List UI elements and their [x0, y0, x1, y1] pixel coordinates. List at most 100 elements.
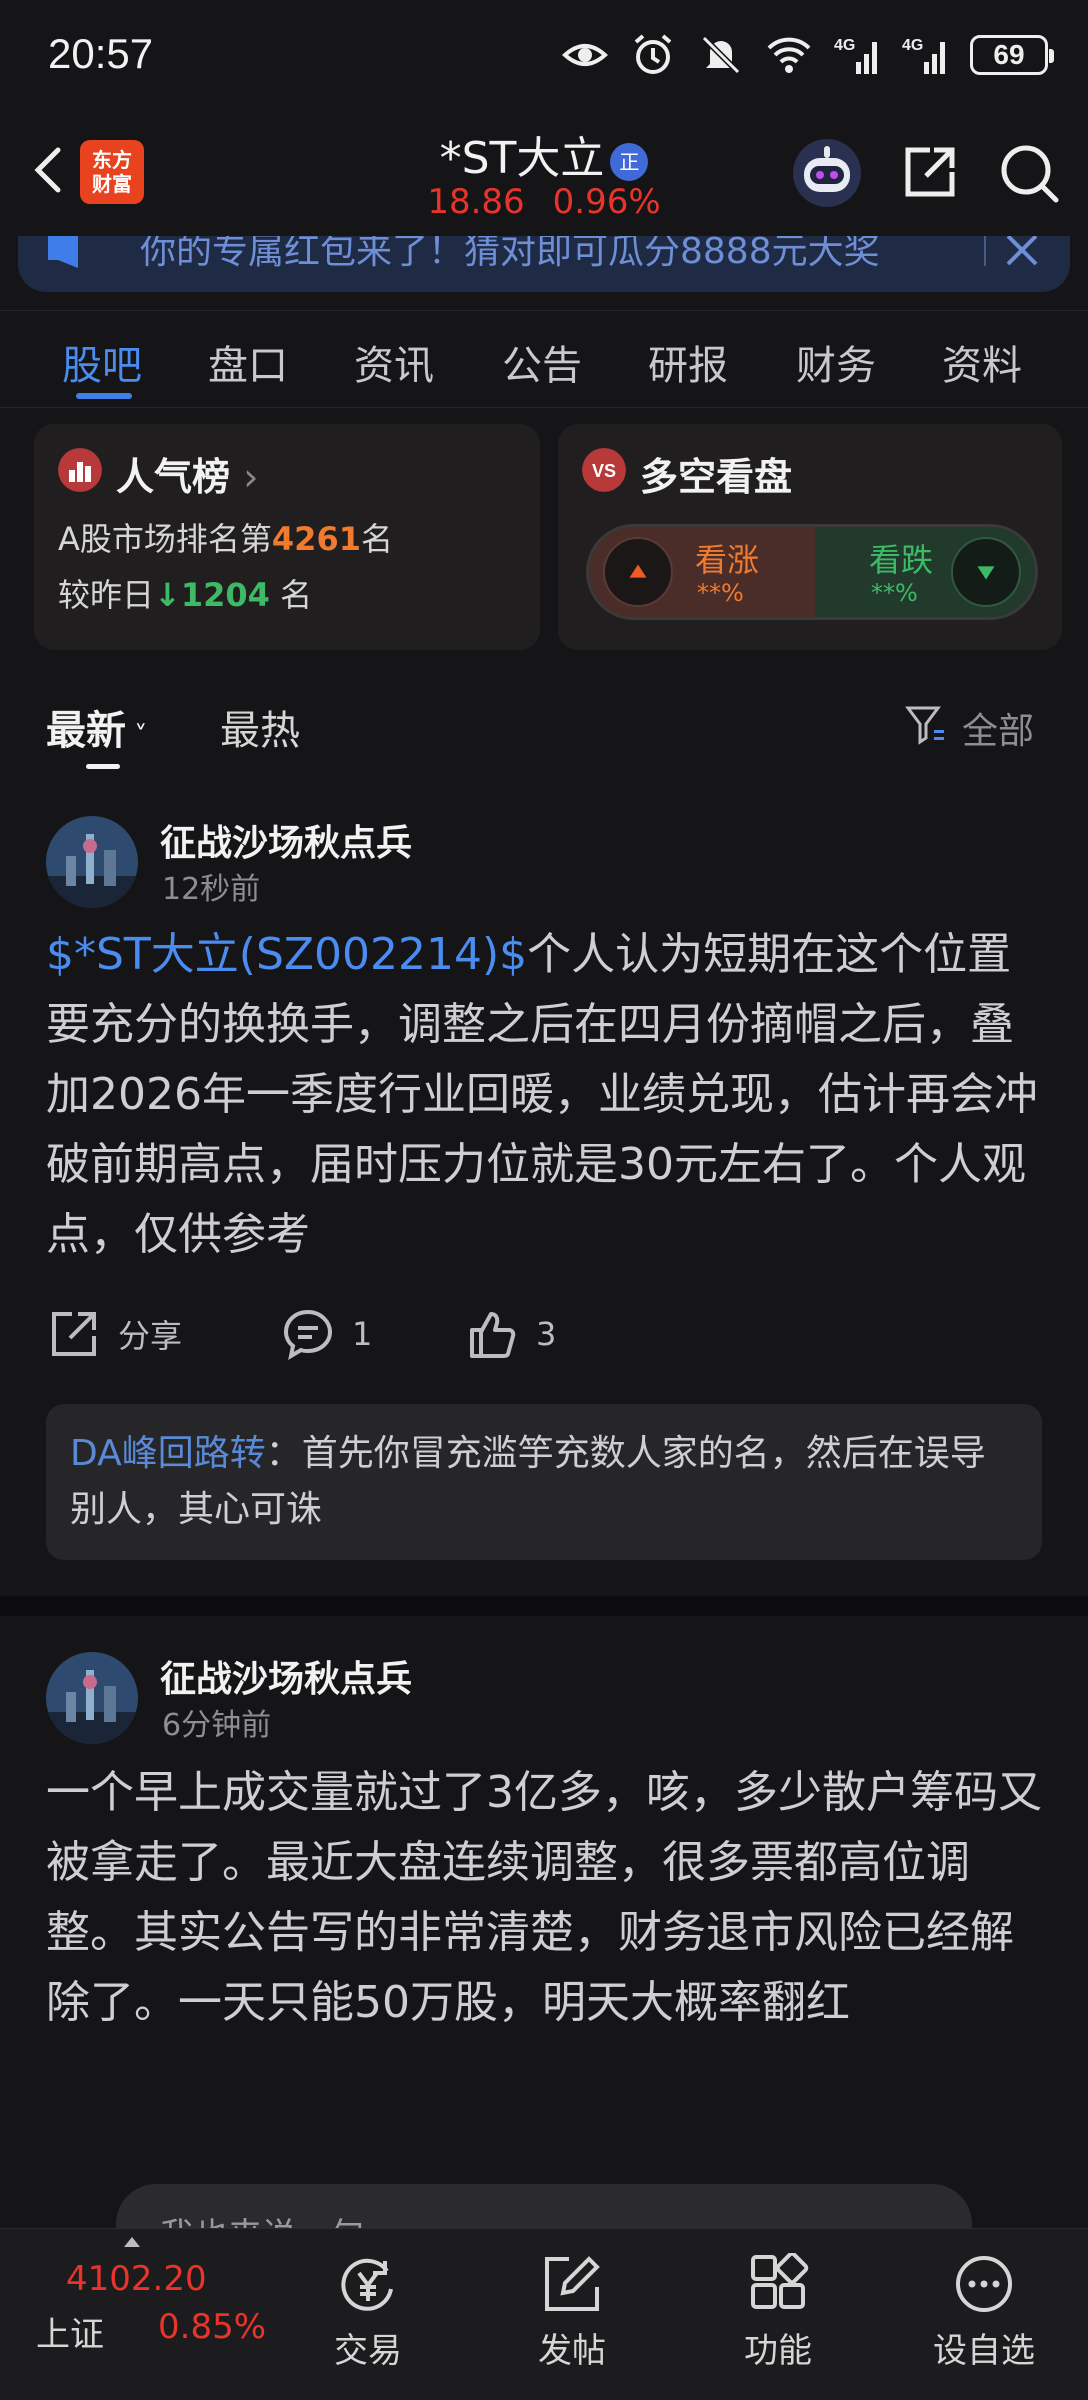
nav-trade-label: 交易 — [334, 2331, 402, 2371]
share-action[interactable]: 分享 — [48, 1308, 182, 1360]
stock-change-pct: 0.96% — [552, 182, 661, 222]
reply-user[interactable]: DA峰回路转 — [70, 1433, 266, 1474]
wifi-icon — [767, 37, 811, 73]
index-name: 上证 — [36, 2315, 104, 2355]
post-author[interactable]: 征战沙场秋点兵 — [160, 814, 412, 866]
signal-4g-icon: 4G — [834, 37, 877, 74]
signal-4g-icon-2: 4G — [902, 37, 945, 74]
change-suffix: 名 — [280, 576, 313, 614]
bullish-label: 看涨 — [695, 541, 760, 579]
change-value: 1204 — [180, 576, 270, 614]
search-icon[interactable] — [998, 142, 1060, 204]
nav-post[interactable]: 发帖 — [502, 2243, 642, 2383]
long-short-card: VS 多空看盘 看涨 **% 看跌 **% — [558, 424, 1062, 650]
reply-preview[interactable]: DA峰回路转：首先你冒充滥竽充数人家的名，然后在误导别人，其心可诛 — [46, 1404, 1042, 1560]
eye-icon — [562, 44, 608, 66]
alarm-icon — [634, 34, 672, 74]
avatar-2[interactable] — [46, 1652, 138, 1744]
sort-latest-label: 最新 — [46, 708, 126, 754]
banner-separator — [984, 236, 986, 266]
index-change-pct: 0.85% — [158, 2307, 267, 2347]
change-prefix: 较昨日 — [58, 576, 155, 614]
chevron-right-icon: › — [243, 455, 259, 499]
post-author-2[interactable]: 征战沙场秋点兵 — [160, 1650, 412, 1702]
megaphone-icon — [48, 236, 78, 268]
post-time-2: 6分钟前 — [162, 1708, 272, 1743]
tab-announcements[interactable]: 公告 — [502, 333, 582, 391]
share-label: 分享 — [118, 1317, 183, 1355]
long-short-title: 多空看盘 — [640, 455, 793, 499]
nav-add-watchlist[interactable]: 设自选 — [914, 2243, 1054, 2383]
svg-text:VS: VS — [592, 461, 616, 481]
net1-label: 4G — [834, 37, 855, 54]
verified-badge: 正 — [610, 143, 649, 181]
grid-icon — [751, 2253, 809, 2309]
vote-box: 看涨 **% 看跌 **% — [586, 524, 1038, 620]
stock-title: *ST大立 — [439, 133, 605, 184]
sort-latest-tab[interactable]: 最新 ˅ — [46, 698, 147, 756]
thumbs-up-icon — [470, 1312, 516, 1358]
stock-price: 18.86 — [427, 182, 525, 222]
tab-profile[interactable]: 资料 — [942, 333, 1022, 391]
nav-post-label: 发帖 — [538, 2331, 606, 2371]
like-action[interactable]: 3 — [466, 1308, 556, 1360]
app-header: 东方 财富 *ST大立正 18.86 0.96% — [0, 110, 1088, 240]
vote-bearish-button[interactable]: 看跌 **% — [815, 527, 1035, 617]
bullish-pct: **% — [697, 579, 744, 607]
sort-active-indicator — [86, 764, 120, 769]
promo-banner[interactable]: 你的专属红包来了！猜对即可瓜分8888元大奖 — [18, 236, 1070, 292]
popularity-title-text: 人气榜 — [116, 455, 231, 499]
share-icon — [52, 1312, 96, 1356]
mute-bell-icon — [701, 35, 741, 75]
net2-label: 4G — [902, 37, 923, 54]
trade-yen-icon — [341, 2258, 393, 2311]
index-value: 4102.20 — [66, 2259, 207, 2299]
robot-assistant-icon[interactable] — [790, 136, 864, 210]
vs-icon: VS — [582, 448, 626, 492]
tab-pankou[interactable]: 盘口 — [208, 333, 288, 391]
bottom-bar: 4102.20 上证 0.85% 交易 发帖 功能 设自选 — [0, 2228, 1088, 2400]
tab-active-indicator — [76, 393, 132, 399]
vote-up-circle — [603, 537, 673, 607]
popularity-change-line: 较昨日↓1204 名 — [58, 570, 312, 616]
nav-functions-label: 功能 — [744, 2331, 812, 2371]
edit-icon — [545, 2256, 600, 2311]
filter-label[interactable]: 全部 — [962, 702, 1034, 754]
post-body-2[interactable]: 一个早上成交量就过了3亿多，咳，多少散户筹码又被拿走了。最近大盘连续调整，很多票… — [46, 1758, 1046, 2038]
comment-count: 1 — [352, 1315, 373, 1353]
filter-icon[interactable] — [904, 702, 948, 746]
share-icon[interactable] — [900, 142, 960, 202]
comment-icon — [283, 1309, 333, 1360]
sort-hot-tab[interactable]: 最热 — [220, 698, 300, 756]
rank-value: 4261 — [271, 520, 361, 558]
post-time: 12秒前 — [162, 872, 261, 907]
vote-down-circle — [951, 537, 1021, 607]
popularity-card[interactable]: 人气榜 › A股市场排名第4261 名 较昨日↓1204 名 — [34, 424, 540, 650]
tab-guba[interactable]: 股吧 — [62, 333, 142, 391]
status-icons: 4G 4G 69 — [562, 32, 1054, 78]
nav-add-watchlist-label: 设自选 — [933, 2331, 1035, 2371]
battery-indicator: 69 — [970, 35, 1054, 75]
popularity-title: 人气榜 › — [116, 446, 258, 501]
rank-prefix: A股市场排名第 — [58, 520, 272, 558]
post-divider — [0, 1596, 1088, 1616]
post-body[interactable]: $*ST大立(SZ002214)$个人认为短期在这个位置要充分的换换手，调整之后… — [46, 920, 1046, 1270]
tab-finance[interactable]: 财务 — [796, 333, 876, 391]
nav-functions[interactable]: 功能 — [708, 2243, 848, 2383]
avatar[interactable] — [46, 816, 138, 908]
comment-action[interactable]: 1 — [282, 1308, 372, 1360]
status-bar: 20:57 4G 4G 69 — [0, 0, 1088, 110]
down-arrow-icon: ↓ — [154, 576, 181, 614]
tab-bar: 股吧 盘口 资讯 公告 研报 财务 资料 — [0, 310, 1088, 408]
more-dots-icon — [956, 2256, 1012, 2312]
chevron-down-icon: ˅ — [126, 721, 148, 751]
nav-trade[interactable]: 交易 — [298, 2243, 438, 2383]
vote-bullish-button[interactable]: 看涨 **% — [589, 527, 815, 617]
triangle-up-icon — [629, 564, 647, 578]
close-icon[interactable] — [1002, 236, 1042, 270]
tab-news[interactable]: 资讯 — [354, 333, 434, 391]
banner-text: 你的专属红包来了！猜对即可瓜分8888元大奖 — [140, 236, 880, 272]
stock-tag-link[interactable]: $*ST大立(SZ002214)$ — [46, 929, 527, 980]
rank-chart-icon — [58, 448, 102, 492]
tab-research[interactable]: 研报 — [648, 333, 728, 391]
